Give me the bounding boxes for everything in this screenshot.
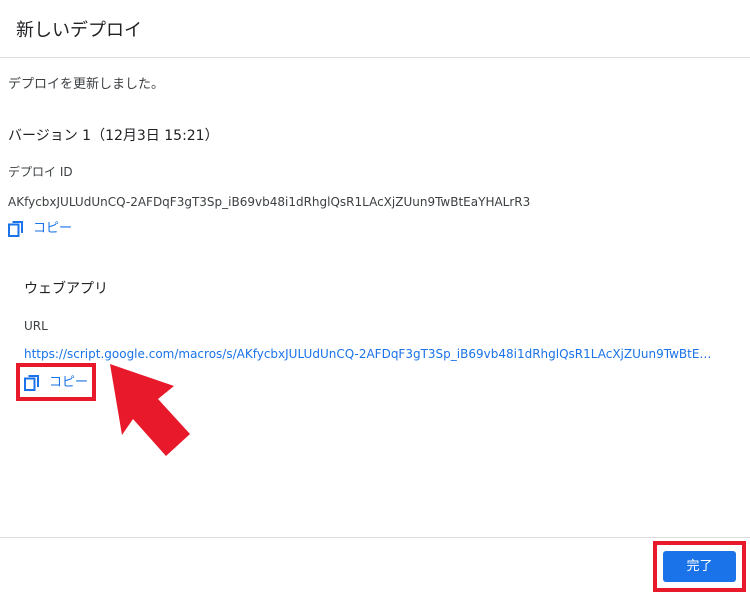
webapp-url-link[interactable]: https://script.google.com/macros/s/AKfyc… [24,346,718,362]
deploy-id-value: AKfycbxJULUdUnCQ-2AFDqF3gT3Sp_iB69vb48i1… [8,195,531,209]
footer-divider [0,537,750,538]
copy-url-button[interactable]: コピー [24,374,88,392]
copy-label: コピー [49,375,89,390]
copy-label: コピー [33,221,73,236]
deploy-dialog: 新しいデプロイ デプロイを更新しました。 バージョン 1（12月3日 15:21… [0,0,750,594]
done-highlight-box: 完了 [653,541,746,592]
webapp-section-title: ウェブアプリ [24,281,108,297]
deploy-updated-message: デプロイを更新しました。 [8,77,165,92]
copy-deploy-id-button[interactable]: コピー [8,220,72,238]
copy-icon [8,221,24,237]
dialog-header: 新しいデプロイ [0,0,750,58]
done-button[interactable]: 完了 [663,551,736,582]
copy-icon [24,375,40,391]
version-heading: バージョン 1（12月3日 15:21） [8,128,219,144]
url-label: URL [24,319,48,333]
pointer-arrow-icon [110,364,190,456]
deploy-id-label: デプロイ ID [8,165,73,179]
dialog-title: 新しいデプロイ [16,20,142,41]
